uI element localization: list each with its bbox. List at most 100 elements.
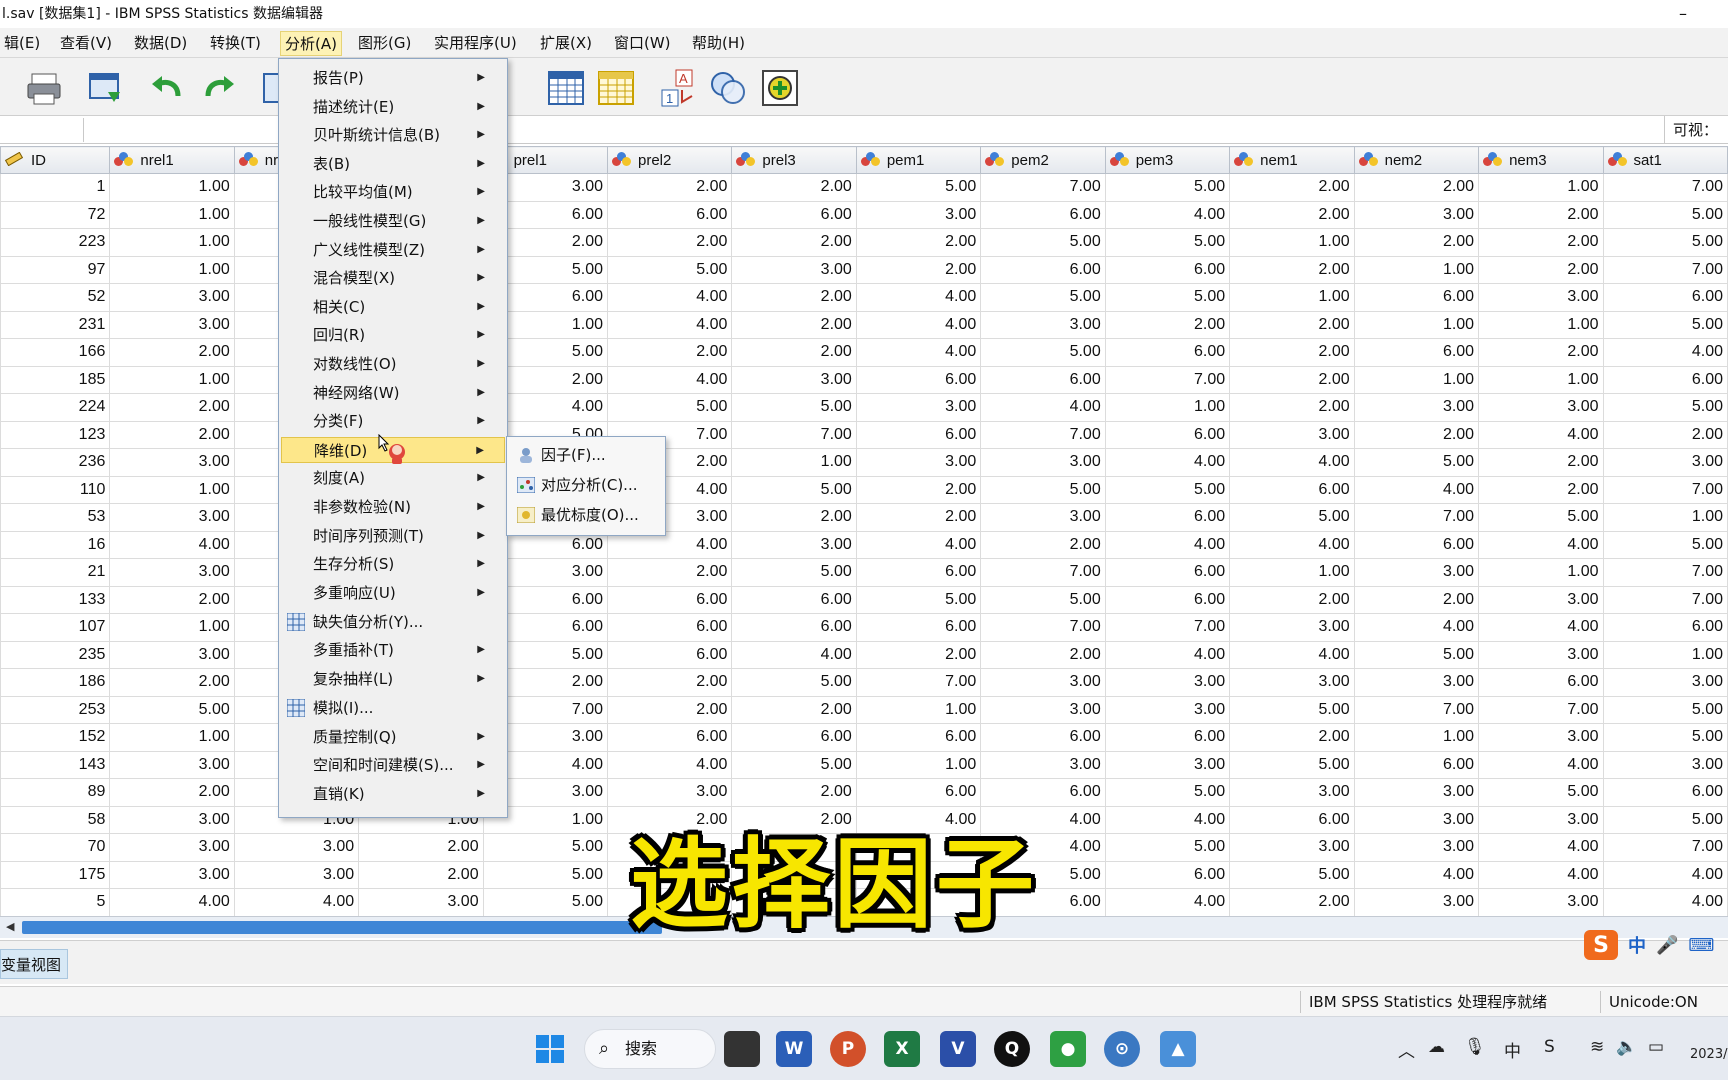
menu-graphs[interactable]: 图形(G) (354, 31, 415, 56)
table-cell[interactable]: 3.00 (1104, 695, 1231, 724)
table-cell[interactable]: 1.00 (109, 475, 235, 504)
tray-microphone-icon[interactable]: 🎙 (1464, 1037, 1486, 1057)
value-labels-icon[interactable]: A1 (656, 66, 700, 110)
column-header-13[interactable]: sat1 (1602, 146, 1728, 174)
table-cell[interactable]: 2.00 (109, 778, 235, 807)
table-cell[interactable]: 5.00 (980, 338, 1106, 367)
table-cell[interactable]: 5.00 (1353, 640, 1480, 669)
table-cell[interactable]: 4.00 (109, 888, 235, 916)
table-cell[interactable]: 6.00 (606, 640, 733, 669)
table-cell[interactable]: 1.00 (1229, 228, 1355, 257)
volume-icon[interactable]: 🔈 (1616, 1037, 1637, 1057)
table-cell[interactable]: 3.00 (233, 833, 360, 862)
table-cell[interactable]: 2.00 (855, 475, 982, 504)
table-cell[interactable]: 3.00 (1229, 833, 1355, 862)
table-cell[interactable]: 4.00 (1602, 888, 1728, 916)
column-header-7[interactable]: pem1 (855, 146, 982, 174)
analyze-menu-item[interactable]: 分类(F) ▶ (281, 408, 505, 434)
menu-view[interactable]: 查看(V) (56, 31, 116, 56)
table-cell[interactable]: 4.00 (1478, 833, 1604, 862)
table-cell[interactable]: 2.00 (855, 503, 982, 532)
table-cell[interactable]: 5 (0, 888, 111, 916)
minimize-button[interactable]: – (1668, 0, 1698, 28)
table-cell[interactable]: 7.00 (731, 420, 857, 449)
table-cell[interactable]: 5.00 (731, 750, 857, 779)
column-header-9[interactable]: pem3 (1104, 146, 1231, 174)
table-cell[interactable]: 3.00 (980, 695, 1106, 724)
table-cell[interactable]: 3.00 (109, 750, 235, 779)
table-cell[interactable]: 133 (0, 585, 111, 614)
table-cell[interactable]: 5.00 (1602, 695, 1728, 724)
table-cell[interactable]: 2.00 (1478, 228, 1604, 257)
table-cell[interactable]: 1.00 (1229, 558, 1355, 587)
table-cell[interactable]: 2.00 (1478, 475, 1604, 504)
windows-start-icon[interactable] (532, 1031, 568, 1067)
table-cell[interactable]: 5.00 (482, 860, 609, 889)
table-cell[interactable]: 7.00 (1353, 503, 1480, 532)
table-cell[interactable]: 3.00 (233, 860, 360, 889)
table-cell[interactable]: 2.00 (606, 695, 733, 724)
table-cell[interactable]: 5.00 (731, 475, 857, 504)
table-cell[interactable]: 5.00 (109, 695, 235, 724)
menu-data[interactable]: 数据(D) (130, 31, 191, 56)
table-cell[interactable]: 4.00 (855, 530, 982, 559)
table-cell[interactable]: 5.00 (980, 585, 1106, 614)
table-cell[interactable]: 2.00 (1602, 420, 1728, 449)
analyze-menu-item[interactable]: 神经网络(W) ▶ (281, 380, 505, 406)
tab-variable-view[interactable]: 变量视图 (0, 949, 69, 979)
table-cell[interactable]: 2.00 (1229, 200, 1355, 229)
table-cell[interactable]: 3.00 (109, 558, 235, 587)
menu-transform[interactable]: 转换(T) (206, 31, 265, 56)
table-cell[interactable]: 7.00 (1602, 833, 1728, 862)
table-cell[interactable]: 2.00 (1229, 888, 1355, 916)
word-icon[interactable]: W (776, 1031, 812, 1067)
table-cell[interactable]: 107 (0, 613, 111, 642)
column-header-8[interactable]: pem2 (980, 146, 1106, 174)
table-cell[interactable]: 5.00 (1602, 228, 1728, 257)
table-cell[interactable]: 4.00 (855, 283, 982, 312)
table-cell[interactable]: 4.00 (1353, 860, 1480, 889)
tray-sogou-icon[interactable]: S (1544, 1037, 1555, 1057)
table-cell[interactable]: 3.00 (1353, 200, 1480, 229)
table-cell[interactable]: 58 (0, 805, 111, 834)
analyze-menu-item[interactable]: 对数线性(O) ▶ (281, 351, 505, 377)
table-cell[interactable]: 2.00 (731, 310, 857, 339)
excel-icon[interactable]: X (884, 1031, 920, 1067)
visio-icon[interactable]: V (940, 1031, 976, 1067)
analyze-menu-item[interactable]: 回归(R) ▶ (281, 322, 505, 348)
menu-help[interactable]: 帮助(H) (688, 31, 749, 56)
table-cell[interactable]: 6.00 (1353, 338, 1480, 367)
table-cell[interactable]: 7.00 (1602, 475, 1728, 504)
analyze-menu-item[interactable]: 直销(K) ▶ (281, 781, 505, 807)
table-cell[interactable]: 4.00 (1602, 860, 1728, 889)
table-cell[interactable]: 1.00 (1353, 255, 1480, 284)
table-cell[interactable]: 5.00 (1602, 200, 1728, 229)
table-cell[interactable]: 70 (0, 833, 111, 862)
table-cell[interactable]: 2.00 (109, 420, 235, 449)
table-cell[interactable]: 4.00 (855, 338, 982, 367)
table-cell[interactable]: 3.00 (980, 310, 1106, 339)
analyze-menu-item[interactable]: 空间和时间建模(S)... ▶ (281, 752, 505, 778)
table-cell[interactable]: 3.00 (855, 200, 982, 229)
table-cell[interactable]: 175 (0, 860, 111, 889)
table-cell[interactable]: 7.00 (1104, 613, 1231, 642)
table-cell[interactable]: 5.00 (1353, 448, 1480, 477)
table-cell[interactable]: 2.00 (109, 393, 235, 422)
table-cell[interactable]: 1.00 (109, 255, 235, 284)
table-cell[interactable]: 3.00 (855, 393, 982, 422)
table-cell[interactable]: 2.00 (855, 255, 982, 284)
variables-grid-icon[interactable] (544, 66, 588, 110)
table-cell[interactable]: 7.00 (1353, 695, 1480, 724)
table-cell[interactable]: 3.00 (1602, 750, 1728, 779)
table-cell[interactable]: 1.00 (1478, 365, 1604, 394)
table-cell[interactable]: 7.00 (1602, 558, 1728, 587)
table-cell[interactable]: 3.00 (358, 888, 484, 916)
column-header-10[interactable]: nem1 (1229, 146, 1355, 174)
table-cell[interactable]: 3.00 (1353, 888, 1480, 916)
table-cell[interactable]: 4.00 (1478, 420, 1604, 449)
table-cell[interactable]: 1.00 (109, 365, 235, 394)
table-cell[interactable]: 224 (0, 393, 111, 422)
table-cell[interactable]: 6.00 (1104, 585, 1231, 614)
wechat-icon[interactable]: ● (1050, 1031, 1086, 1067)
column-header-0[interactable]: ID (0, 146, 111, 174)
